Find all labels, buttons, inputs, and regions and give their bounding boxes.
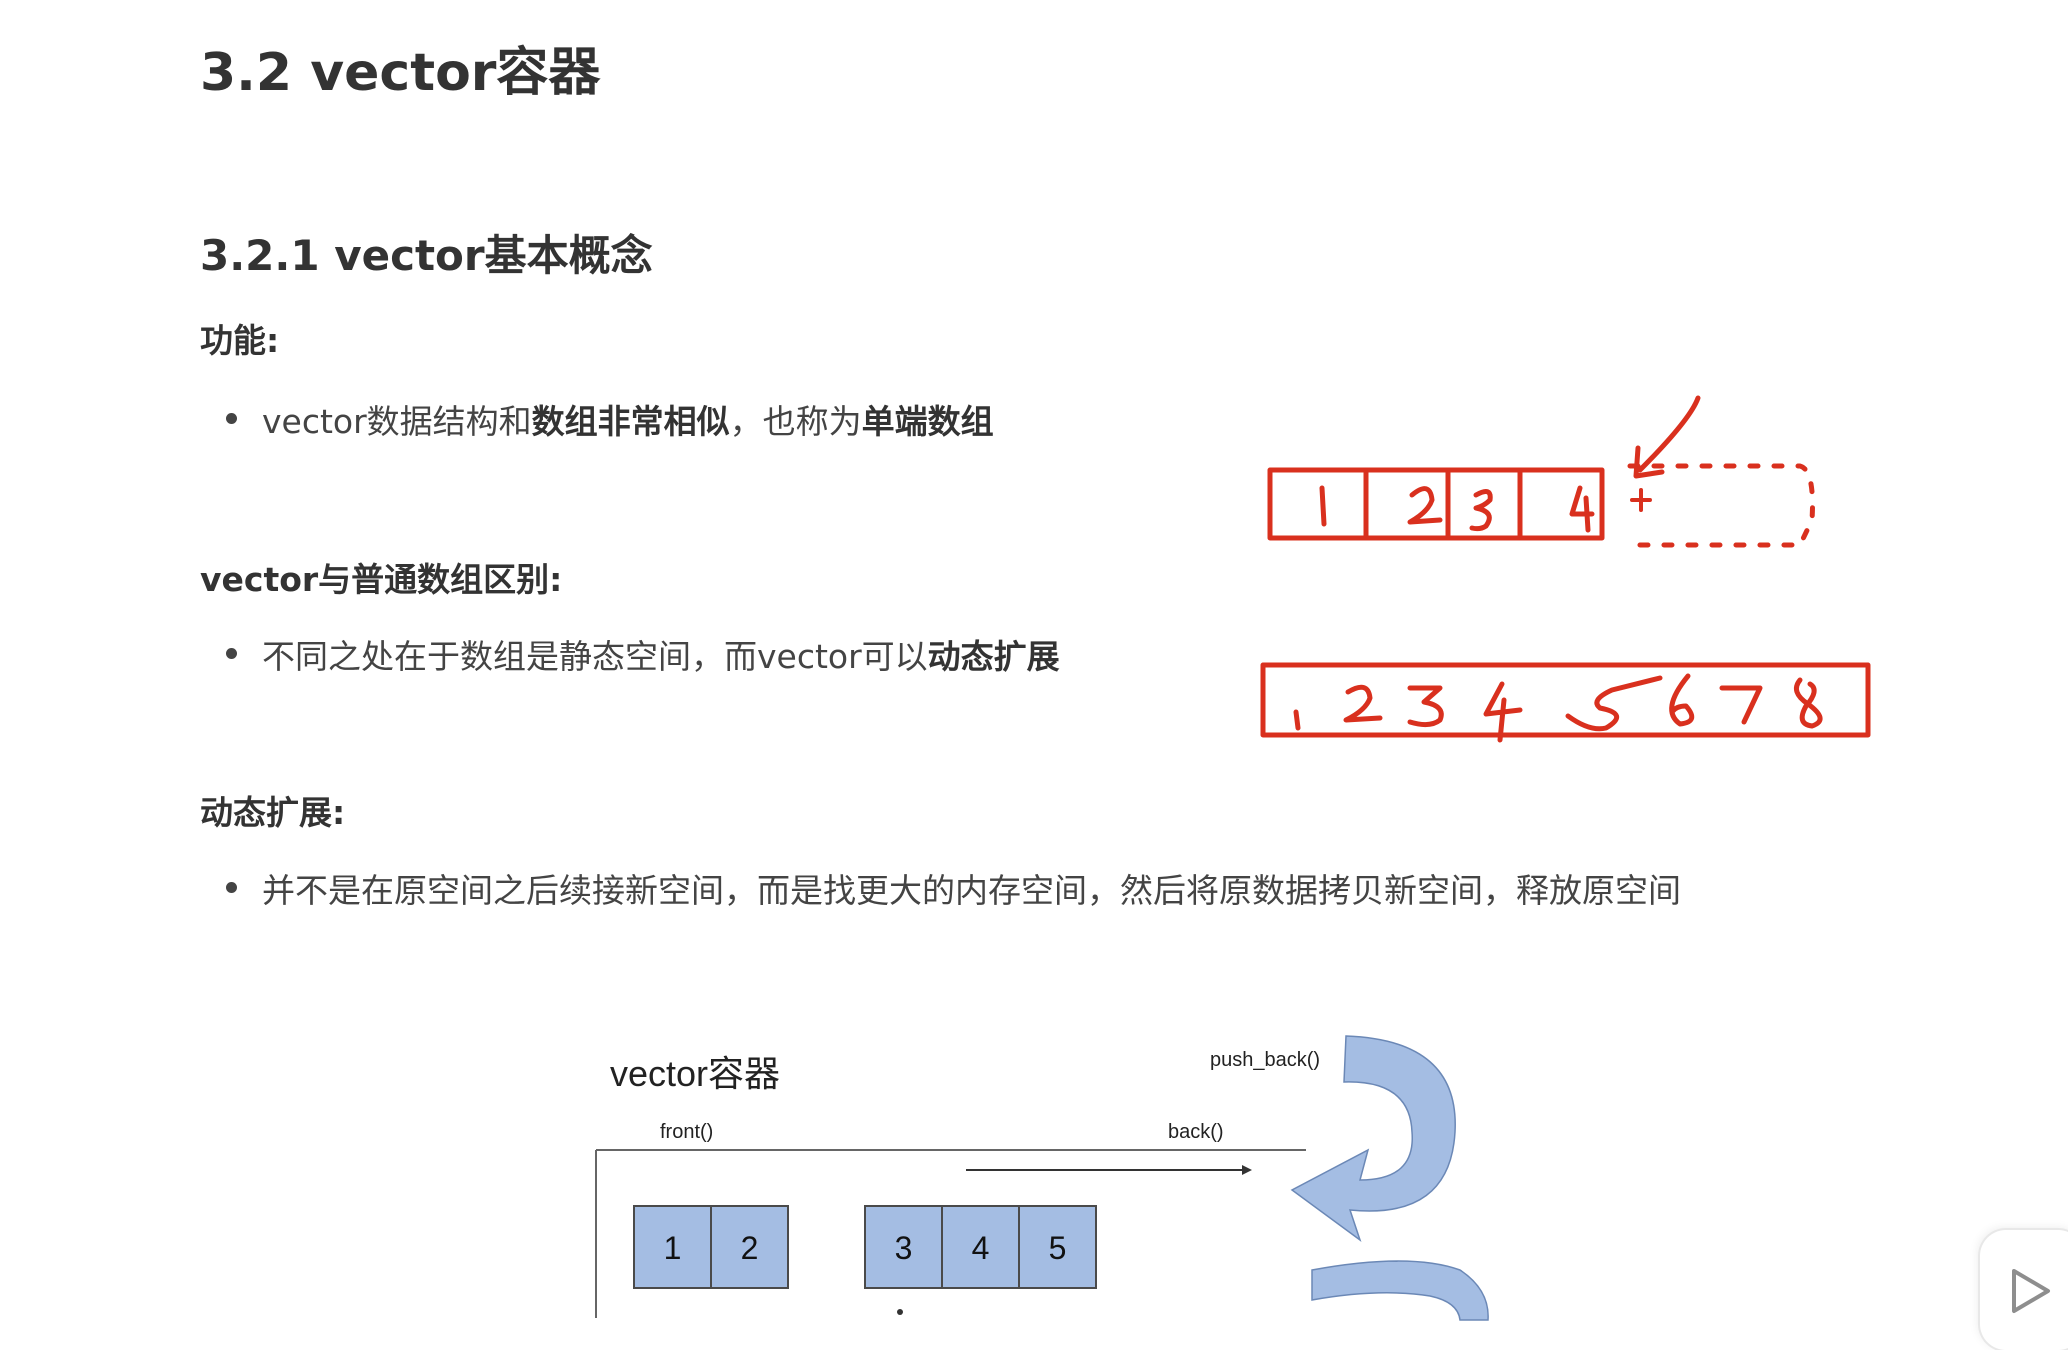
right-cell-value: 3 [895,1230,913,1266]
pop-back-curved-arrow [1311,1260,1489,1321]
annotation-digit-3 [1407,685,1444,728]
play-button[interactable] [1980,1230,2068,1350]
annotation-dashed-box [1627,463,1815,548]
annotation-digit-6 [1669,673,1695,727]
annotation-box-small [1267,467,1605,541]
push-back-label: push_back() [1210,1049,1320,1071]
annotation-arrow [1633,395,1701,479]
diagram-title: vector容器 [610,1053,780,1094]
annotation-digit-3 [1469,489,1493,532]
annotation-box-large [1260,662,1871,738]
handwritten-annotation [1260,395,1871,743]
annotation-digit-2 [1407,486,1443,525]
annotation-digit-4 [1483,681,1523,743]
dynamic-bullet: 并不是在原空间之后续接新空间，而是找更大的内存空间，然后将原数据拷贝新空间，释放… [226,864,1681,912]
left-cell-value: 1 [664,1230,682,1266]
annotation-plus-sign [1630,488,1652,512]
vector-container-diagram: vector容器 push_back() front() back() 12 3… [595,1035,1489,1321]
annotation-digit-5 [1565,675,1663,732]
annotation-digit-1 [1293,709,1301,731]
back-label: back() [1168,1121,1224,1143]
right-cell-value: 4 [972,1230,990,1266]
annotation-digit-7 [1719,685,1763,725]
left-cell-value: 2 [741,1230,759,1266]
annotation-digit-2 [1343,684,1383,723]
annotation-digit-8 [1793,677,1823,729]
annotation-digit-4 [1569,485,1595,533]
front-label: front() [660,1121,713,1143]
play-icon [2012,1269,2050,1313]
ellipsis-dot [897,1309,903,1315]
back-direction-arrowhead [1242,1165,1252,1175]
cells-left-group: 12 [633,1205,789,1289]
right-cell-value: 5 [1049,1230,1067,1266]
cells-right-group: 3 4 5 [864,1205,1097,1289]
annotation-digit-1 [1319,485,1327,527]
